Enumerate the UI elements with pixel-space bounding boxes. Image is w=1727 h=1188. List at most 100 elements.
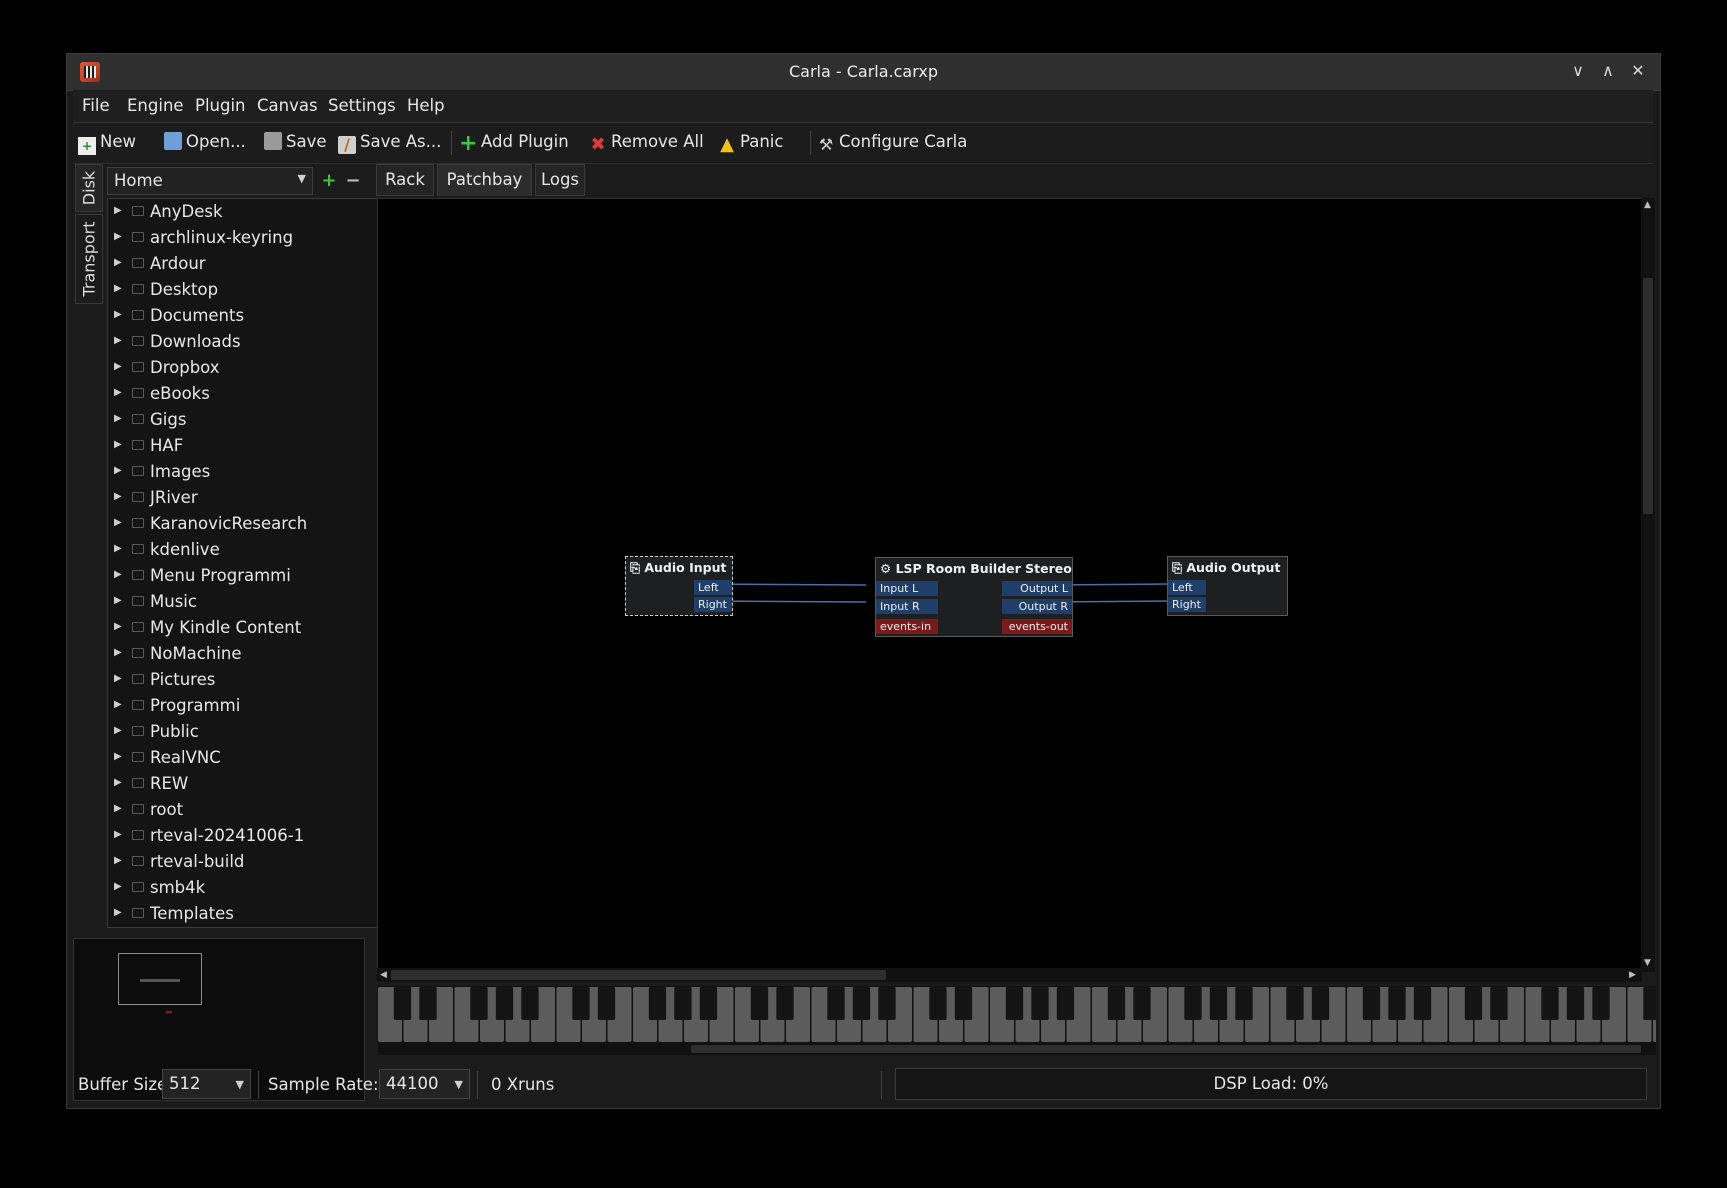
- list-item[interactable]: ▶ eBooks: [108, 381, 389, 407]
- add-plugin-button[interactable]: + Add Plugin: [459, 132, 569, 155]
- plugin-port-input-l[interactable]: Input L: [876, 581, 938, 596]
- menu-file[interactable]: File: [82, 96, 110, 115]
- expand-arrow-icon[interactable]: ▶: [114, 855, 122, 866]
- list-item[interactable]: ▶ Menu Programmi: [108, 563, 389, 589]
- plugin-port-output-r[interactable]: Output R: [1002, 599, 1072, 614]
- expand-arrow-icon[interactable]: ▶: [114, 907, 122, 918]
- expand-arrow-icon[interactable]: ▶: [114, 569, 122, 580]
- piano-black-key[interactable]: [1490, 987, 1508, 1020]
- list-item[interactable]: ▶ archlinux-keyring: [108, 225, 389, 251]
- path-combo[interactable]: Home ▼: [107, 167, 313, 195]
- xruns-counter[interactable]: 0 Xruns: [491, 1075, 554, 1094]
- piano-black-key[interactable]: [572, 987, 590, 1020]
- list-item[interactable]: ▶ JRiver: [108, 485, 389, 511]
- audio-output-port-right[interactable]: Right: [1168, 597, 1206, 612]
- tab-rack[interactable]: Rack: [376, 164, 434, 196]
- list-item[interactable]: ▶ Music: [108, 589, 389, 615]
- tab-disk[interactable]: Disk: [75, 164, 103, 212]
- audio-input-port-left[interactable]: Left: [694, 580, 732, 595]
- expand-arrow-icon[interactable]: ▶: [114, 829, 122, 840]
- expand-arrow-icon[interactable]: ▶: [114, 205, 122, 216]
- piano-black-key[interactable]: [495, 987, 514, 1020]
- expand-arrow-icon[interactable]: ▶: [114, 543, 122, 554]
- piano-black-key[interactable]: [470, 987, 488, 1020]
- list-item[interactable]: ▶ Gigs: [108, 407, 389, 433]
- list-item[interactable]: ▶ Ardour: [108, 251, 389, 277]
- piano-black-key[interactable]: [1643, 987, 1656, 1020]
- expand-arrow-icon[interactable]: ▶: [114, 751, 122, 762]
- minimize-icon[interactable]: ∨: [1567, 60, 1589, 82]
- expand-arrow-icon[interactable]: ▶: [114, 283, 122, 294]
- list-item[interactable]: ▶ HAF: [108, 433, 389, 459]
- piano-black-key[interactable]: [1311, 987, 1330, 1020]
- expand-arrow-icon[interactable]: ▶: [114, 231, 122, 242]
- panic-button[interactable]: ▲ Panic: [718, 132, 783, 154]
- new-button[interactable]: + New: [78, 132, 136, 155]
- add-folder-plus-icon[interactable]: +: [319, 171, 339, 191]
- list-item[interactable]: ▶ Images: [108, 459, 389, 485]
- list-item[interactable]: ▶ KaranovicResearch: [108, 511, 389, 537]
- expand-arrow-icon[interactable]: ▶: [114, 517, 122, 528]
- expand-arrow-icon[interactable]: ▶: [114, 361, 122, 372]
- save-button[interactable]: Save: [264, 132, 327, 154]
- piano-black-key[interactable]: [878, 987, 896, 1020]
- list-item[interactable]: ▶ Programmi: [108, 693, 389, 719]
- list-item[interactable]: ▶ Documents: [108, 303, 389, 329]
- keyboard-scroll-thumb[interactable]: [691, 1045, 1641, 1053]
- plugin-port-input-r[interactable]: Input R: [876, 599, 938, 614]
- save-as-button[interactable]: / Save As...: [338, 132, 441, 154]
- piano-black-key[interactable]: [1031, 987, 1049, 1020]
- piano-keys[interactable]: [378, 986, 1656, 1043]
- expand-arrow-icon[interactable]: ▶: [114, 777, 122, 788]
- list-item[interactable]: ▶ kdenlive: [108, 537, 389, 563]
- expand-arrow-icon[interactable]: ▶: [114, 439, 122, 450]
- audio-input-port-right[interactable]: Right: [694, 597, 732, 612]
- piano-black-key[interactable]: [699, 987, 718, 1020]
- piano-black-key[interactable]: [674, 987, 692, 1020]
- piano-black-key[interactable]: [750, 987, 769, 1020]
- maximize-icon[interactable]: ∧: [1597, 60, 1619, 82]
- piano-black-key[interactable]: [1388, 987, 1406, 1020]
- canvas-vertical-scrollbar[interactable]: ▲ ▼: [1641, 198, 1655, 972]
- menu-plugin[interactable]: Plugin: [195, 96, 246, 115]
- patchbay-canvas[interactable]: ⎘ Audio Input Left Right ⚙ LSP Room Buil…: [377, 198, 1642, 972]
- list-item[interactable]: ▶ rteval-build: [108, 849, 389, 875]
- piano-black-key[interactable]: [776, 987, 794, 1020]
- list-item[interactable]: ▶ smb4k: [108, 875, 389, 901]
- piano-black-key[interactable]: [597, 987, 616, 1020]
- piano-black-key[interactable]: [1184, 987, 1202, 1020]
- piano-black-key[interactable]: [1005, 987, 1024, 1020]
- plugin-port-events-in[interactable]: events-in: [876, 619, 938, 634]
- piano-black-key[interactable]: [1566, 987, 1585, 1020]
- canvas-vscroll-thumb[interactable]: [1643, 278, 1653, 514]
- expand-arrow-icon[interactable]: ▶: [114, 413, 122, 424]
- piano-black-key[interactable]: [1286, 987, 1304, 1020]
- list-item[interactable]: ▶ rteval-20241006-1: [108, 823, 389, 849]
- midi-keyboard[interactable]: [378, 986, 1656, 1043]
- list-item[interactable]: ▶ RealVNC: [108, 745, 389, 771]
- piano-black-key[interactable]: [1541, 987, 1559, 1020]
- audio-output-port-left[interactable]: Left: [1168, 580, 1206, 595]
- scroll-right-icon[interactable]: ▶: [1629, 970, 1636, 980]
- keyboard-scrollbar[interactable]: [378, 1043, 1656, 1055]
- tab-patchbay[interactable]: Patchbay: [437, 164, 532, 196]
- sample-rate-select[interactable]: 44100 ▼: [379, 1069, 470, 1099]
- piano-black-key[interactable]: [1107, 987, 1126, 1020]
- piano-black-key[interactable]: [1413, 987, 1432, 1020]
- list-item[interactable]: ▶ My Kindle Content: [108, 615, 389, 641]
- piano-black-key[interactable]: [1133, 987, 1151, 1020]
- piano-black-key[interactable]: [1362, 987, 1381, 1020]
- list-item[interactable]: ▶ Public: [108, 719, 389, 745]
- expand-arrow-icon[interactable]: ▶: [114, 491, 122, 502]
- audio-output-node[interactable]: ⎘ Audio Output Left Right: [1167, 556, 1288, 616]
- expand-arrow-icon[interactable]: ▶: [114, 387, 122, 398]
- list-item[interactable]: ▶ NoMachine: [108, 641, 389, 667]
- tab-transport[interactable]: Transport: [75, 214, 103, 304]
- expand-arrow-icon[interactable]: ▶: [114, 465, 122, 476]
- list-item[interactable]: ▶ root: [108, 797, 389, 823]
- open-button[interactable]: Open...: [164, 132, 246, 154]
- piano-black-key[interactable]: [521, 987, 539, 1020]
- scroll-down-icon[interactable]: ▼: [1644, 958, 1651, 968]
- list-item[interactable]: ▶ Templates: [108, 901, 389, 927]
- scroll-up-icon[interactable]: ▲: [1644, 200, 1651, 210]
